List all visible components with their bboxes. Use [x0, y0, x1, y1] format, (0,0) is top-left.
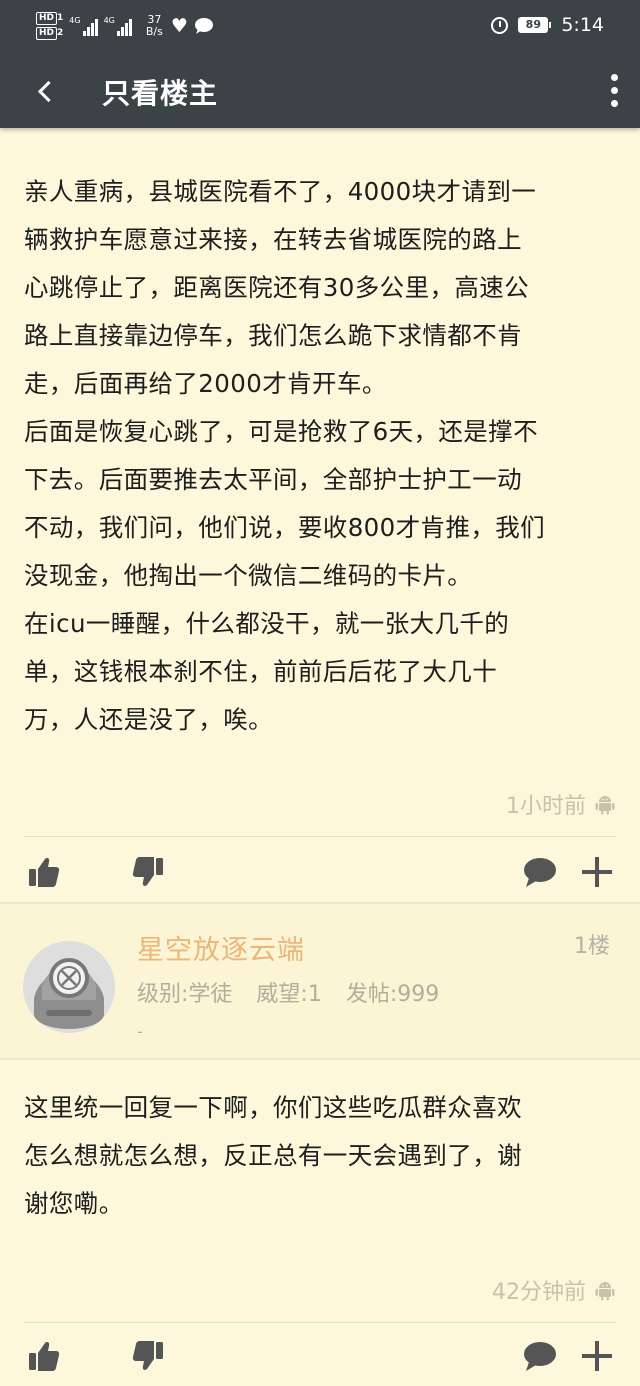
section-divider — [0, 1058, 640, 1060]
floor-number: 1楼 — [574, 934, 610, 959]
signal-icon-1: 4G — [69, 16, 98, 36]
thumbs-up-icon — [29, 1342, 60, 1371]
more-options-button[interactable] — [602, 68, 626, 112]
divider — [24, 836, 616, 837]
dislike-button[interactable] — [128, 852, 168, 892]
thumbs-down-icon — [132, 857, 163, 886]
hd-indicator-1: HD 1 — [36, 12, 63, 25]
user-reputation: 威望:1 — [256, 982, 322, 1007]
reply-time: 42分钟前 — [492, 1280, 586, 1305]
user-meta: 级别:学徒 威望:1 发帖:999 — [137, 976, 439, 1008]
back-button[interactable] — [20, 66, 70, 116]
dislike-button[interactable] — [128, 1336, 168, 1376]
reply-action-bar — [0, 1336, 640, 1376]
plus-icon — [582, 857, 612, 887]
avatar[interactable] — [22, 940, 116, 1034]
network-speed: 37 B/s — [145, 13, 163, 38]
status-left: HD 1 HD 2 4G 4G 37 B/s ♥ — [36, 6, 214, 46]
plus-icon — [582, 1341, 612, 1371]
divider — [24, 1322, 616, 1323]
add-button[interactable] — [577, 852, 617, 892]
android-icon — [595, 1282, 615, 1301]
battery-icon: 89 — [518, 17, 552, 33]
reply-header: 星空放逐云端 1楼 级别:学徒 威望:1 发帖:999 - — [0, 904, 640, 1058]
comment-button[interactable] — [520, 1336, 560, 1376]
clock: 5:14 — [561, 14, 604, 36]
page-title: 只看楼主 — [102, 77, 219, 110]
more-dot — [610, 99, 618, 107]
hd-indicator-2: HD 2 — [36, 27, 63, 40]
post-time: 1小时前 — [506, 794, 586, 819]
thumbs-down-icon — [132, 1341, 163, 1370]
like-button[interactable] — [24, 1336, 64, 1376]
chat-bubble-icon — [194, 18, 213, 34]
alarm-icon — [491, 16, 509, 34]
battery-level: 89 — [518, 17, 549, 33]
add-button[interactable] — [577, 1336, 617, 1376]
status-bar: HD 1 HD 2 4G 4G 37 B/s ♥ 89 5:14 — [0, 0, 640, 52]
status-right: 89 5:14 — [491, 10, 604, 40]
chevron-left-icon — [37, 80, 59, 102]
user-signature: - — [137, 1022, 143, 1041]
thumbs-up-icon — [29, 858, 60, 887]
android-icon — [595, 796, 615, 815]
post-action-bar — [0, 852, 640, 892]
heart-pulse-icon: ♥ — [170, 15, 188, 37]
signal-icon-2: 4G — [104, 16, 132, 36]
like-button[interactable] — [24, 852, 64, 892]
post-content: 亲人重病，县城医院看不了，4000块才请到一 辆救护车愿意过来接，在转去省城医院… — [24, 177, 546, 734]
more-dot — [610, 86, 618, 94]
user-post-count: 发帖:999 — [345, 982, 440, 1007]
reply-meta: 42分钟前 — [492, 1274, 616, 1306]
reply-content: 这里统一回复一下啊，你们这些吃瓜群众喜欢 怎么想就怎么想，反正总有一天会遇到了，… — [24, 1093, 522, 1218]
user-level: 级别:学徒 — [137, 982, 233, 1007]
reply-username[interactable]: 星空放逐云端 — [137, 928, 305, 967]
app-bar: 只看楼主 — [0, 52, 640, 128]
hd-indicators: HD 1 HD 2 — [36, 12, 63, 40]
comment-bubble-icon — [524, 1342, 556, 1371]
comment-bubble-icon — [524, 858, 556, 887]
comment-button[interactable] — [520, 852, 560, 892]
post-meta: 1小时前 — [506, 788, 616, 820]
more-vertical-icon — [610, 73, 618, 81]
